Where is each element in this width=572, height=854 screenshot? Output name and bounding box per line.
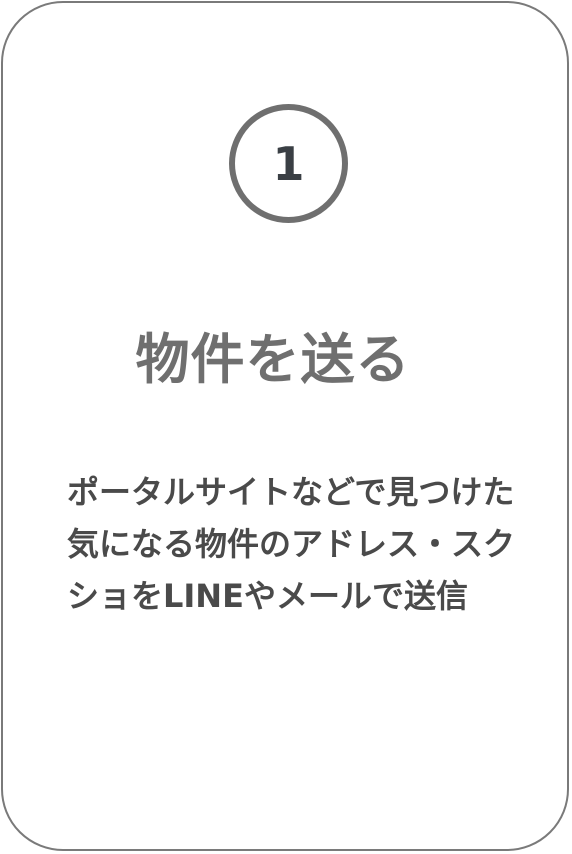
step-card: 1 物件を送る ポータルサイトなどで見つけた気になる物件のアドレス・スクショをL… <box>1 1 569 851</box>
step-number-badge: 1 <box>229 104 348 223</box>
step-title: 物件を送る <box>135 328 411 391</box>
step-description: ポータルサイトなどで見つけた気になる物件のアドレス・スクショをLINEやメールで… <box>67 473 516 615</box>
